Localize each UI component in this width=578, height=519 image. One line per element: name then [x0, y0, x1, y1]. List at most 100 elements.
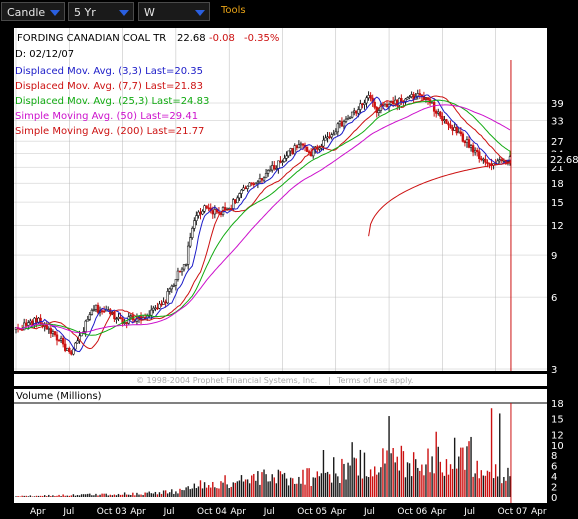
volume-bar [84, 494, 87, 497]
candle-body [328, 136, 331, 139]
volume-bar [25, 495, 27, 497]
volume-bar [283, 472, 286, 497]
volume-bar [185, 487, 187, 497]
volume-bar [193, 483, 196, 497]
candle-body [119, 316, 122, 319]
volume-bar [410, 476, 413, 497]
candle-body [451, 127, 454, 131]
interval-select[interactable]: W [138, 2, 210, 21]
volume-bar [234, 482, 237, 497]
price-tick-label: 27 [551, 137, 564, 148]
volume-bar [423, 475, 425, 497]
volume-bar [427, 448, 429, 497]
candle-body [256, 181, 260, 184]
candle-body [484, 158, 487, 163]
candle-body [96, 304, 100, 313]
candle-body [471, 145, 475, 153]
candle-body [465, 139, 469, 143]
volume-bar [308, 468, 310, 497]
volume-bar [468, 441, 470, 497]
volume-tick-label: 2 [551, 483, 557, 494]
volume-bar [54, 496, 56, 497]
x-tick-label: Oct 06 [397, 507, 427, 517]
volume-bar [279, 471, 282, 497]
volume-bar [328, 474, 331, 497]
volume-bar [62, 494, 64, 497]
volume-bar [64, 495, 66, 497]
volume-bar [56, 495, 58, 497]
candle-body [480, 158, 483, 160]
price-change-pct: -0.35% [244, 33, 279, 44]
volume-bar [179, 488, 181, 497]
volume-bar [304, 484, 306, 497]
candle-body [283, 157, 286, 162]
candle-body [246, 185, 249, 189]
chart-style-select[interactable]: Candle [1, 2, 65, 21]
volume-bar [412, 452, 415, 497]
volume-bar [187, 486, 189, 497]
volume-bar [417, 467, 419, 497]
period-select[interactable]: 5 Yr [68, 2, 134, 21]
volume-bar [347, 462, 349, 497]
volume-bar [392, 447, 394, 497]
volume-bar [103, 493, 105, 497]
volume-bar [50, 496, 52, 497]
candle-body [63, 343, 67, 351]
volume-bar [123, 492, 126, 497]
price-tick-label: 33 [551, 116, 564, 127]
volume-bar [433, 473, 435, 497]
volume-bar [497, 476, 499, 497]
candle-body [299, 143, 303, 146]
last-price: 22.68 [177, 33, 206, 44]
terms-of-use-link[interactable]: Terms of use apply. [336, 376, 413, 385]
volume-bar [37, 495, 40, 497]
price-chart: 36912151821242733390246810121518AprJulOc… [0, 24, 578, 519]
volume-bar [27, 496, 29, 497]
volume-bar [95, 493, 97, 497]
volume-bar [400, 445, 403, 497]
candle-body [285, 155, 288, 159]
volume-bar [87, 493, 89, 497]
volume-bar [353, 457, 355, 497]
volume-bar [359, 449, 362, 497]
candle-body [449, 124, 452, 129]
volume-bar [369, 469, 372, 497]
candle-body [184, 264, 188, 266]
interval-value: W [144, 6, 155, 19]
candle-body [90, 309, 94, 315]
candle-body [189, 237, 192, 247]
candle-body [201, 210, 204, 215]
volume-tick-label: 15 [551, 415, 564, 426]
volume-bar [150, 493, 152, 497]
volume-bar [474, 473, 476, 497]
tools-menu[interactable]: Tools [221, 5, 246, 16]
candle-body [476, 150, 479, 153]
volume-bar [82, 494, 85, 497]
volume-bar [357, 475, 360, 497]
candle-body [22, 322, 26, 331]
candle-body [408, 96, 411, 98]
volume-bar [154, 491, 157, 497]
volume-bar [207, 485, 210, 497]
candle-body [361, 103, 364, 106]
candle-body [129, 315, 132, 318]
x-tick-label: Oct 03 [97, 507, 127, 517]
volume-bar [507, 467, 509, 497]
volume-bar [259, 484, 261, 497]
candle-body [236, 197, 239, 204]
volume-bar [228, 488, 230, 497]
candle-body [435, 111, 438, 114]
volume-bar [162, 490, 165, 497]
candle-body [496, 160, 499, 165]
volume-bar [470, 436, 472, 497]
candle-body [463, 141, 467, 143]
legend-entry: Simple Moving Avg. (50) Last=29.41 [15, 111, 198, 122]
volume-bar [246, 479, 249, 497]
volume-bar [146, 492, 148, 497]
candle-body [445, 119, 448, 124]
volume-bar [456, 468, 458, 497]
candle-body [394, 99, 397, 105]
candle-body [174, 279, 178, 286]
candle-body [332, 133, 335, 136]
legend-entry: Displaced Mov. Avg. (7,7) Last=21.83 [15, 81, 203, 92]
